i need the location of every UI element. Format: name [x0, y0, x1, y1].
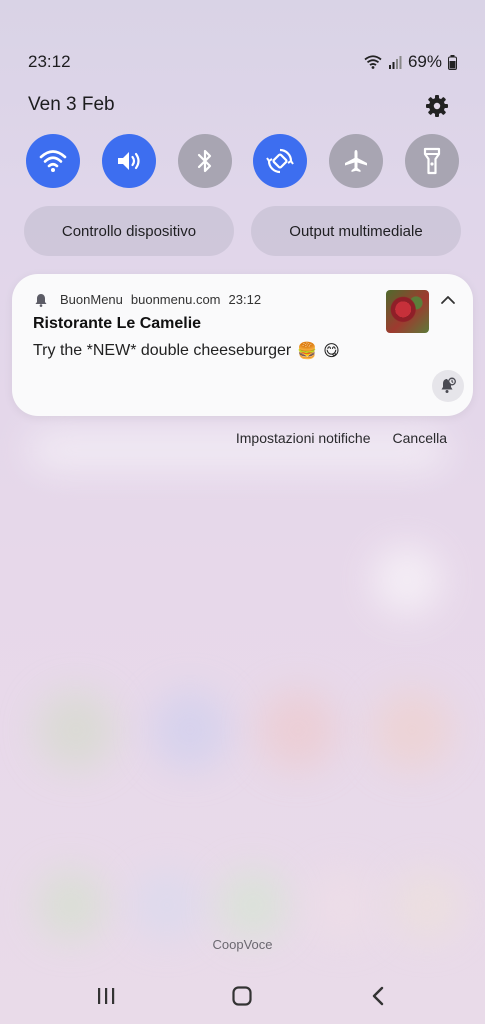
- device-control-button[interactable]: Controllo dispositivo: [24, 206, 234, 256]
- status-icons: 69%: [364, 52, 457, 72]
- hamburger-emoji: 🍔: [297, 343, 318, 360]
- background-blob: [132, 870, 202, 940]
- battery-icon: [448, 54, 457, 70]
- auto-rotate-toggle[interactable]: [253, 134, 308, 188]
- status-bar: 23:12 69%: [28, 52, 457, 74]
- notification-app-name: BuonMenu: [60, 292, 123, 307]
- cellular-signal-icon: [388, 56, 402, 69]
- sound-toggle[interactable]: [101, 134, 156, 188]
- notification-source: buonmenu.com: [130, 292, 221, 307]
- airplane-mode-toggle[interactable]: [329, 134, 384, 188]
- volume-icon: [117, 152, 140, 170]
- bluetooth-icon: [197, 149, 211, 173]
- background-blob: [372, 690, 452, 770]
- gear-icon: [426, 95, 448, 117]
- background-blob: [218, 870, 288, 940]
- wifi-icon: [364, 55, 382, 69]
- settings-button[interactable]: [425, 94, 449, 118]
- date-label: Ven 3 Feb: [28, 94, 115, 115]
- notification-settings-button[interactable]: Impostazioni notifiche: [236, 430, 371, 446]
- home-button[interactable]: [228, 982, 256, 1010]
- flashlight-icon: [423, 147, 441, 175]
- battery-percent: 69%: [407, 52, 442, 71]
- background-blob: [372, 545, 442, 615]
- recents-icon: [98, 988, 115, 1004]
- notification-card[interactable]: BuonMenu buonmenu.com 23:12 Ristorante L…: [12, 274, 473, 416]
- snooze-bell-icon: [441, 377, 456, 393]
- background-blob: [36, 690, 116, 770]
- notification-title: Ristorante Le Camelie: [33, 315, 202, 332]
- status-time: 23:12: [28, 52, 71, 71]
- yum-emoji: 😋: [323, 343, 340, 360]
- background-blob: [36, 870, 106, 940]
- rotate-icon: [266, 148, 295, 174]
- notification-body: Try the *NEW* double cheeseburger 🍔 😋: [33, 341, 340, 361]
- airplane-icon: [345, 150, 368, 172]
- bluetooth-toggle[interactable]: [177, 134, 232, 188]
- notification-actions: Impostazioni notifiche Cancella: [236, 430, 447, 446]
- quick-settings-row: [26, 134, 459, 188]
- flashlight-toggle[interactable]: [404, 134, 459, 188]
- background-blob: [308, 870, 378, 940]
- back-icon: [372, 986, 384, 1006]
- notification-time: 23:12: [228, 292, 262, 307]
- background-blob: [392, 870, 462, 940]
- notification-thumbnail: [386, 290, 429, 333]
- recents-button[interactable]: [92, 982, 120, 1010]
- notification-header: BuonMenu buonmenu.com 23:12: [34, 292, 261, 307]
- back-button[interactable]: [364, 982, 392, 1010]
- wifi-icon: [39, 150, 67, 172]
- background-blob: [150, 690, 230, 770]
- notification-text: Try the *NEW* double cheeseburger: [33, 342, 292, 359]
- clear-button[interactable]: Cancella: [393, 430, 447, 446]
- media-output-button[interactable]: Output multimediale: [251, 206, 461, 256]
- background-blob: [258, 690, 338, 770]
- snooze-button[interactable]: [432, 370, 464, 402]
- quick-panel-pills: Controllo dispositivo Output multimedial…: [24, 206, 461, 256]
- navigation-bar: [0, 982, 485, 1010]
- carrier-label: CoopVoce: [212, 937, 273, 952]
- home-icon: [232, 986, 252, 1006]
- wifi-toggle[interactable]: [26, 134, 80, 188]
- chevron-up-icon[interactable]: [440, 294, 456, 306]
- bell-icon: [35, 293, 47, 307]
